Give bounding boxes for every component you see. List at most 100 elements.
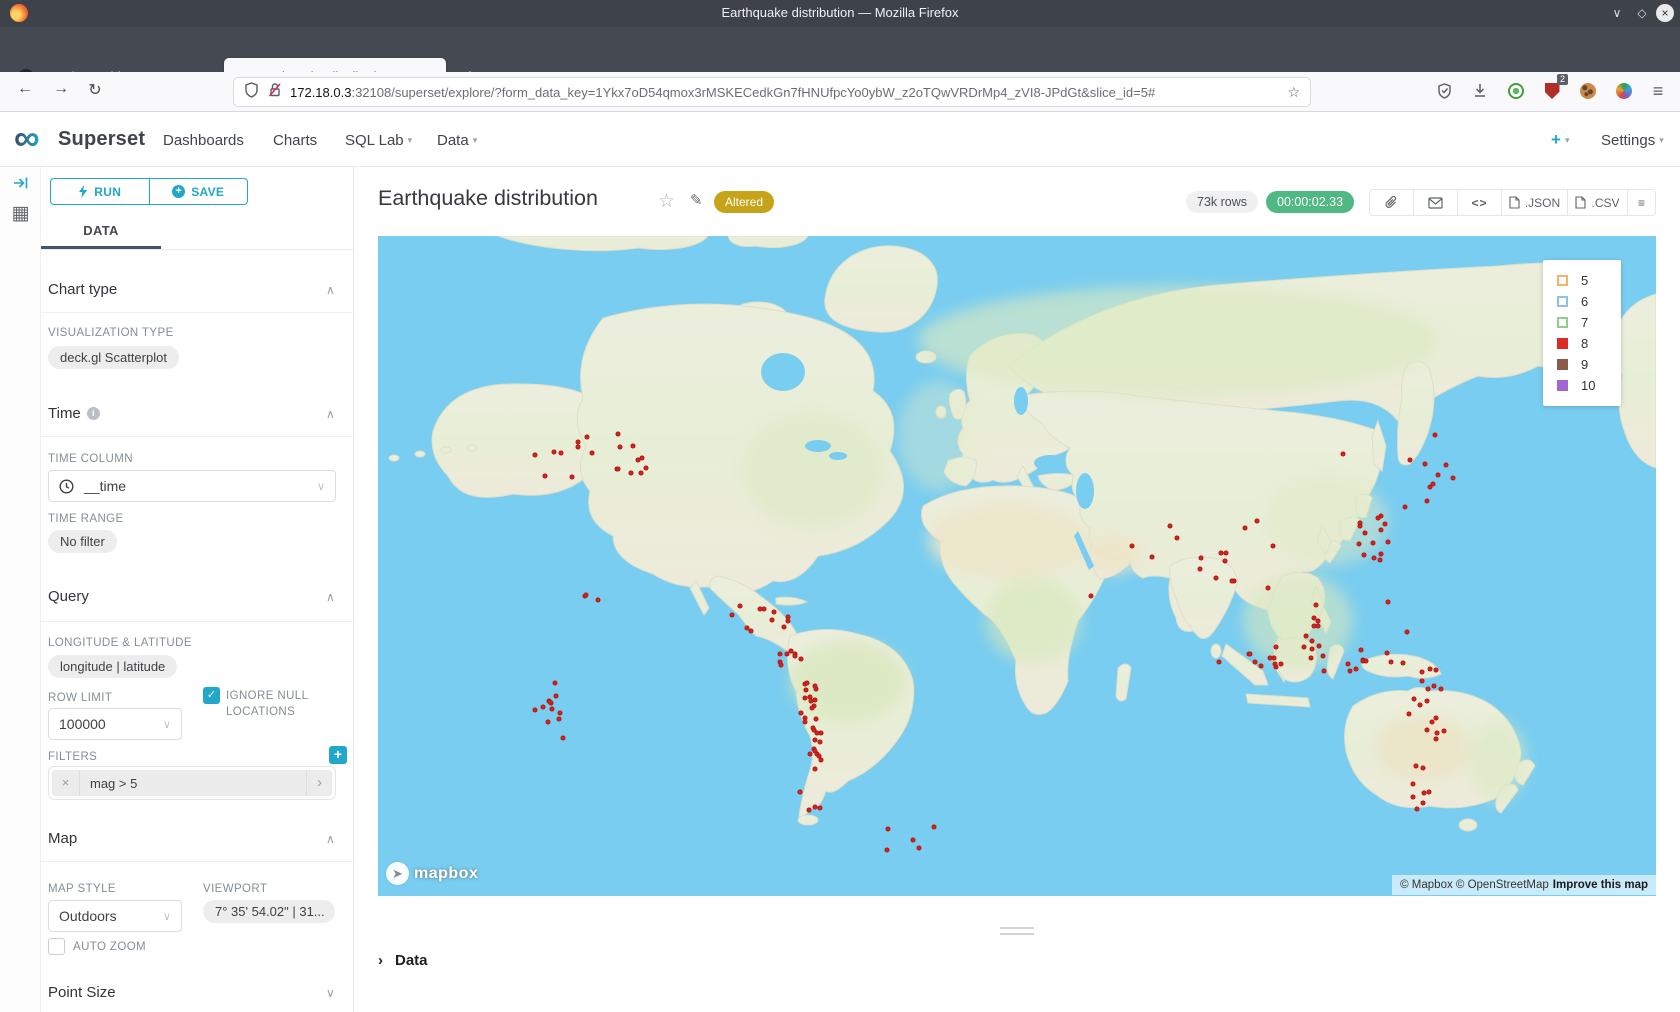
pocket-shield-icon[interactable] bbox=[1432, 79, 1456, 103]
add-filter-button[interactable]: + bbox=[329, 746, 347, 764]
nav-add-button[interactable]: +▾ bbox=[1551, 130, 1569, 150]
remove-filter-icon[interactable]: × bbox=[52, 770, 80, 796]
row-limit-select[interactable]: 100000 ∨ bbox=[48, 708, 182, 740]
section-map[interactable]: Map bbox=[48, 830, 77, 847]
ignore-null-checkbox[interactable]: ✓ bbox=[203, 687, 220, 704]
earthquake-point bbox=[533, 708, 538, 713]
bookmark-star-icon[interactable]: ☆ bbox=[1287, 84, 1300, 101]
url-host: 172.18.0.3 bbox=[290, 85, 351, 100]
window-close-button[interactable]: × bbox=[1656, 4, 1674, 22]
earthquake-point bbox=[804, 688, 809, 693]
url-path: :32108/superset/explore/?form_data_key=1… bbox=[351, 85, 1155, 100]
lonlat-value[interactable]: longitude | latitude bbox=[48, 655, 177, 678]
back-button[interactable]: ← bbox=[12, 80, 38, 98]
time-column-select[interactable]: __time ∨ bbox=[48, 470, 336, 502]
panel-resize-handle[interactable] bbox=[1000, 927, 1034, 935]
earthquake-point bbox=[1411, 795, 1416, 800]
earthquake-point bbox=[558, 711, 563, 716]
chevron-up-icon[interactable]: ∧ bbox=[326, 832, 335, 846]
mapbox-logo[interactable]: ➤ mapbox bbox=[386, 862, 478, 885]
deckgl-map-canvas[interactable]: 5678910 ➤ mapbox © Mapbox © OpenStreetMa… bbox=[378, 236, 1656, 896]
earthquake-point bbox=[618, 445, 623, 450]
superset-wordmark[interactable]: Superset bbox=[58, 128, 145, 151]
chevron-down-icon[interactable]: ∨ bbox=[326, 986, 335, 1000]
export-json-button[interactable]: .JSON bbox=[1502, 190, 1568, 215]
data-panel-toggle[interactable]: › Data bbox=[378, 952, 428, 969]
email-button[interactable] bbox=[1414, 190, 1458, 215]
earthquake-point bbox=[1322, 669, 1327, 674]
earthquake-point bbox=[1420, 765, 1425, 770]
ublock-icon[interactable]: 2 bbox=[1540, 79, 1564, 103]
collapse-panel-icon[interactable] bbox=[0, 176, 41, 195]
section-time[interactable]: Timei bbox=[48, 405, 100, 422]
viz-type-value[interactable]: deck.gl Scatterplot bbox=[48, 346, 179, 369]
save-button[interactable]: + SAVE bbox=[150, 179, 248, 204]
chevron-up-icon[interactable]: ∧ bbox=[326, 283, 335, 297]
earthquake-point bbox=[616, 432, 621, 437]
expand-filter-icon[interactable]: › bbox=[306, 770, 332, 796]
earthquake-point bbox=[1407, 712, 1412, 717]
forward-button[interactable]: → bbox=[48, 80, 74, 98]
legend-label: 5 bbox=[1581, 273, 1588, 288]
pinwheel-extension-icon[interactable] bbox=[1612, 79, 1636, 103]
time-column-value: __time bbox=[84, 478, 126, 494]
earthquake-point bbox=[1315, 624, 1320, 629]
section-point-size[interactable]: Point Size bbox=[48, 984, 116, 1001]
legend-row: 7 bbox=[1557, 312, 1621, 333]
cookie-icon[interactable] bbox=[1576, 79, 1600, 103]
tab-data-panel[interactable]: DATA bbox=[41, 215, 161, 247]
earthquake-point bbox=[1356, 542, 1361, 547]
altered-badge[interactable]: Altered bbox=[714, 191, 774, 213]
nav-sql-lab[interactable]: SQL Lab▾ bbox=[345, 132, 412, 149]
legend-row: 6 bbox=[1557, 291, 1621, 312]
time-range-value[interactable]: No filter bbox=[48, 530, 117, 553]
nav-charts[interactable]: Charts bbox=[273, 132, 317, 149]
map-style-label: MAP STYLE bbox=[48, 883, 116, 895]
section-chart-type[interactable]: Chart type bbox=[48, 281, 117, 298]
map-style-select[interactable]: Outdoors ∨ bbox=[48, 900, 182, 932]
earthquake-point bbox=[1255, 519, 1260, 524]
mapbox-wordmark: mapbox bbox=[414, 865, 478, 883]
earthquake-point bbox=[556, 716, 561, 721]
hamburger-menu-icon[interactable]: ≡ bbox=[1646, 79, 1670, 103]
datasource-grid-icon[interactable]: ▦ bbox=[0, 202, 41, 225]
chart-menu-button[interactable]: ≡ bbox=[1628, 190, 1655, 215]
nav-settings[interactable]: Settings▾ bbox=[1601, 132, 1664, 149]
reload-button[interactable]: ↻ bbox=[82, 80, 108, 100]
earthquake-point bbox=[770, 617, 775, 622]
nav-dashboards[interactable]: Dashboards bbox=[163, 132, 244, 149]
auto-zoom-checkbox[interactable] bbox=[48, 938, 65, 955]
export-csv-button[interactable]: .CSV bbox=[1568, 190, 1628, 215]
favorite-star-icon[interactable]: ☆ bbox=[658, 190, 675, 213]
edit-properties-icon[interactable]: ✎ bbox=[690, 191, 703, 209]
embed-code-button[interactable]: <> bbox=[1458, 190, 1502, 215]
insecure-lock-icon[interactable] bbox=[268, 82, 282, 103]
row-count-badge: 73k rows bbox=[1186, 191, 1258, 213]
url-bar[interactable]: 172.18.0.3:32108/superset/explore/?form_… bbox=[234, 78, 1310, 106]
earthquake-point bbox=[1309, 646, 1314, 651]
share-link-button[interactable] bbox=[1370, 190, 1414, 215]
downloads-icon[interactable] bbox=[1468, 79, 1492, 103]
chevron-up-icon[interactable]: ∧ bbox=[326, 590, 335, 604]
window-maximize-button[interactable]: ◇ bbox=[1633, 4, 1651, 22]
tracking-shield-icon[interactable] bbox=[244, 82, 259, 103]
window-minimize-button[interactable]: ∨ bbox=[1608, 4, 1626, 22]
earthquake-point bbox=[744, 626, 749, 631]
viewport-value[interactable]: 7° 35' 54.02" | 31... bbox=[203, 900, 335, 923]
section-divider bbox=[41, 861, 353, 862]
earthquake-point bbox=[1420, 678, 1425, 683]
run-button[interactable]: RUN bbox=[51, 179, 149, 204]
improve-map-link[interactable]: Improve this map bbox=[1553, 879, 1648, 891]
earthquake-point bbox=[1384, 651, 1389, 656]
chevron-up-icon[interactable]: ∧ bbox=[326, 407, 335, 421]
caret-down-icon: ▾ bbox=[473, 135, 478, 145]
filter-chip[interactable]: × mag > 5 › bbox=[52, 770, 332, 796]
superset-logo-icon[interactable]: ∞ bbox=[14, 120, 40, 156]
ignore-null-label: IGNORE NULL LOCATIONS bbox=[226, 688, 320, 720]
nav-data[interactable]: Data▾ bbox=[437, 132, 477, 149]
earthquake-point bbox=[1451, 476, 1456, 481]
clock-icon bbox=[59, 479, 74, 494]
section-query[interactable]: Query bbox=[48, 588, 89, 605]
privacy-badger-icon[interactable] bbox=[1504, 79, 1528, 103]
earthquake-point bbox=[1242, 525, 1247, 530]
